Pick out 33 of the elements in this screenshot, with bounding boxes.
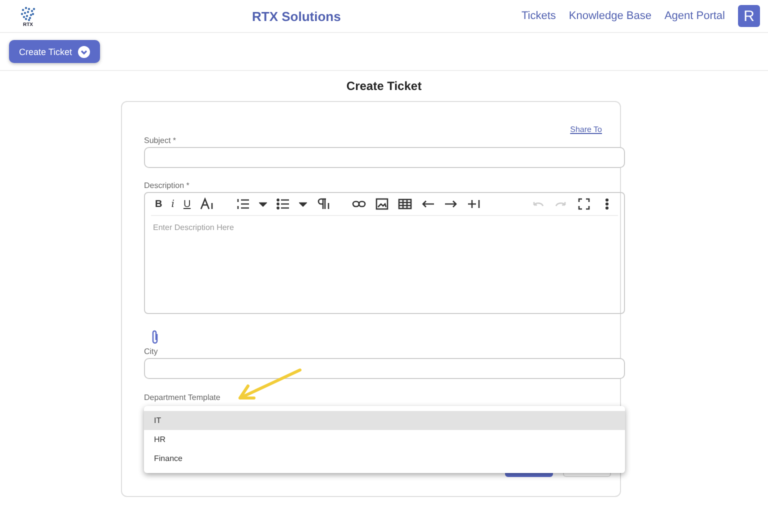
field-label: City — [144, 347, 159, 356]
paperclip-icon[interactable] — [150, 329, 160, 345]
chevron-down-icon — [78, 46, 90, 58]
city-field[interactable] — [144, 358, 625, 379]
insert-icon[interactable] — [466, 197, 481, 211]
fullscreen-icon[interactable] — [577, 197, 591, 211]
image-icon[interactable] — [374, 197, 389, 211]
page-title: Create Ticket — [345, 79, 423, 93]
user-avatar[interactable]: R — [738, 5, 760, 27]
dropdown-option[interactable]: HR — [144, 430, 625, 449]
nav-link[interactable]: Tickets — [521, 10, 556, 22]
share-to-link[interactable]: Share To — [570, 125, 602, 134]
ul-icon[interactable] — [276, 197, 290, 211]
bold-button[interactable]: B — [155, 198, 162, 210]
nav-link[interactable]: Agent Portal — [664, 10, 725, 22]
table-icon[interactable] — [398, 197, 412, 211]
create-ticket-button[interactable]: Create Ticket — [9, 40, 100, 63]
dropdown-option[interactable]: IT — [144, 411, 625, 430]
field-label: Subject * — [144, 136, 178, 145]
subject-field[interactable] — [144, 147, 625, 168]
field-label: Department Template — [144, 393, 222, 402]
description-editor[interactable]: B i U Enter Description Here — [144, 192, 625, 314]
brand-title: RTX Solutions — [252, 9, 341, 24]
paragraph-icon[interactable] — [316, 197, 330, 211]
nav-link[interactable]: Knowledge Base — [568, 10, 652, 22]
description-placeholder: Enter Description Here — [153, 223, 235, 232]
underline-button[interactable]: U — [183, 198, 191, 210]
field-label: Description * — [144, 181, 190, 190]
fontsize-icon[interactable] — [200, 197, 214, 211]
dropdown-option[interactable]: Finance — [144, 449, 625, 468]
italic-button[interactable]: i — [171, 198, 174, 210]
globe-icon — [19, 6, 37, 22]
ol-icon[interactable] — [236, 197, 250, 211]
